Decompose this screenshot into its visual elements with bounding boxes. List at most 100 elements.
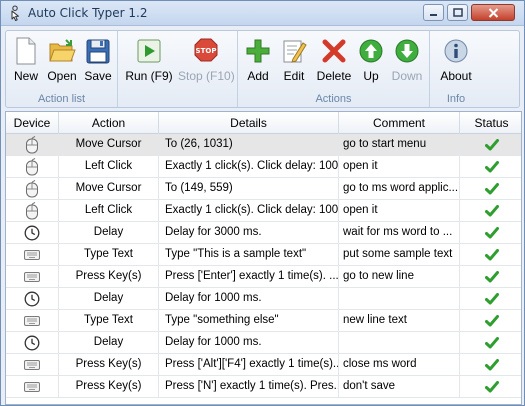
status-check-icon — [484, 248, 499, 261]
clock-icon — [24, 291, 40, 307]
run-label: Run (F9) — [125, 69, 173, 83]
table-row[interactable]: Delay Delay for 1000 ms. — [6, 332, 521, 354]
maximize-button[interactable] — [447, 4, 468, 21]
column-header-status[interactable]: Status — [460, 112, 521, 134]
add-plus-icon — [246, 39, 270, 63]
details-cell: Type "This is a sample text" — [159, 244, 339, 265]
table-row[interactable]: Press Key(s) Press ['N'] exactly 1 time(s… — [6, 376, 521, 398]
down-button[interactable]: Down — [388, 37, 426, 91]
device-cell — [6, 244, 59, 265]
run-play-icon — [137, 39, 161, 63]
comment-cell: close ms word — [339, 354, 460, 375]
table-row[interactable]: Move Cursor To (26, 1031) go to start menu — [6, 134, 521, 156]
device-cell — [6, 200, 59, 221]
status-cell — [460, 156, 521, 177]
column-header-action[interactable]: Action — [59, 112, 159, 134]
comment-cell — [339, 288, 460, 309]
edit-pencil-icon — [283, 40, 307, 63]
status-cell — [460, 310, 521, 331]
column-header-comment[interactable]: Comment — [339, 112, 460, 134]
close-button[interactable] — [471, 4, 515, 21]
run-button[interactable]: Run (F9) — [124, 37, 174, 91]
edit-button[interactable]: Edit — [278, 37, 310, 91]
action-cell: Left Click — [59, 156, 159, 177]
about-info-icon — [444, 39, 468, 63]
status-cell — [460, 178, 521, 199]
table-row[interactable]: Left Click Exactly 1 click(s). Click dela… — [6, 156, 521, 178]
stop-sign-icon: STOP — [194, 38, 218, 62]
device-cell — [6, 332, 59, 353]
status-cell — [460, 244, 521, 265]
group-run-stop: Run (F9) STOP Stop (F10) — [118, 31, 238, 107]
details-cell: Press ['Enter'] exactly 1 time(s). ... — [159, 266, 339, 287]
device-cell — [6, 354, 59, 375]
status-check-icon — [484, 380, 499, 393]
group-action-list: New Open Save Action list — [6, 31, 118, 107]
action-cell: Delay — [59, 332, 159, 353]
column-header-details[interactable]: Details — [159, 112, 339, 134]
title-bar[interactable]: Auto Click Typer 1.2 — [1, 1, 524, 26]
table-row[interactable]: Move Cursor To (149, 559) go to ms word ap… — [6, 178, 521, 200]
mouse-icon — [25, 135, 39, 154]
table-row[interactable]: Press Key(s) Press ['Alt']['F4'] exactly … — [6, 354, 521, 376]
minimize-button[interactable] — [423, 4, 444, 21]
up-label: Up — [363, 69, 379, 83]
group-label-info: Info — [446, 93, 466, 105]
arrow-down-icon — [395, 39, 419, 63]
new-button[interactable]: New — [10, 37, 42, 91]
details-cell: Exactly 1 click(s). Click delay: 100... — [159, 200, 339, 221]
actions-table[interactable]: Device Action Details Comment Status Mov… — [5, 111, 522, 405]
action-cell: Press Key(s) — [59, 376, 159, 397]
action-cell: Type Text — [59, 310, 159, 331]
details-cell: Delay for 3000 ms. — [159, 222, 339, 243]
add-button[interactable]: Add — [242, 37, 274, 91]
group-label-action-list: Action list — [37, 93, 86, 105]
status-check-icon — [484, 204, 499, 217]
keyboard-icon — [24, 315, 40, 327]
comment-cell: open it — [339, 156, 460, 177]
column-header-device[interactable]: Device — [6, 112, 59, 134]
status-cell — [460, 354, 521, 375]
status-check-icon — [484, 270, 499, 283]
table-row[interactable]: Delay Delay for 3000 ms. wait for ms word … — [6, 222, 521, 244]
table-row[interactable]: Left Click Exactly 1 click(s). Click dela… — [6, 200, 521, 222]
save-button[interactable]: Save — [82, 37, 114, 91]
mouse-icon — [25, 157, 39, 176]
status-cell — [460, 266, 521, 287]
table-row[interactable]: Delay Delay for 1000 ms. — [6, 288, 521, 310]
save-disk-icon — [86, 39, 110, 64]
action-cell: Press Key(s) — [59, 354, 159, 375]
open-button[interactable]: Open — [44, 37, 80, 91]
about-button[interactable]: About — [434, 37, 478, 91]
status-cell — [460, 288, 521, 309]
device-cell — [6, 178, 59, 199]
table-row[interactable]: Type Text Type "something else" new line t… — [6, 310, 521, 332]
keyboard-icon — [24, 381, 40, 393]
comment-cell: don't save — [339, 376, 460, 397]
app-window: Auto Click Typer 1.2 New Open Save Actio… — [0, 0, 525, 406]
status-check-icon — [484, 182, 499, 195]
status-cell — [460, 222, 521, 243]
device-cell — [6, 310, 59, 331]
ribbon-toolbar: New Open Save Action list Run (F9) STOP … — [5, 30, 520, 108]
down-label: Down — [391, 69, 423, 83]
details-cell: Press ['Alt']['F4'] exactly 1 time(s)...… — [159, 354, 339, 375]
group-actions: Add Edit Delete Up Down Actions — [238, 31, 430, 107]
clock-icon — [24, 335, 40, 351]
stop-button[interactable]: STOP Stop (F10) — [178, 37, 235, 91]
table-row[interactable]: Type Text Type "This is a sample text" put… — [6, 244, 521, 266]
status-cell — [460, 134, 521, 155]
svg-text:STOP: STOP — [196, 47, 217, 55]
clock-icon — [24, 225, 40, 241]
status-check-icon — [484, 292, 499, 305]
action-cell: Type Text — [59, 244, 159, 265]
status-check-icon — [484, 138, 499, 151]
action-cell: Move Cursor — [59, 134, 159, 155]
minimize-icon — [430, 14, 437, 16]
delete-button[interactable]: Delete — [314, 37, 354, 91]
action-cell: Left Click — [59, 200, 159, 221]
table-row[interactable]: Press Key(s) Press ['Enter'] exactly 1 ti… — [6, 266, 521, 288]
status-cell — [460, 332, 521, 353]
comment-cell: open it — [339, 200, 460, 221]
up-button[interactable]: Up — [356, 37, 386, 91]
